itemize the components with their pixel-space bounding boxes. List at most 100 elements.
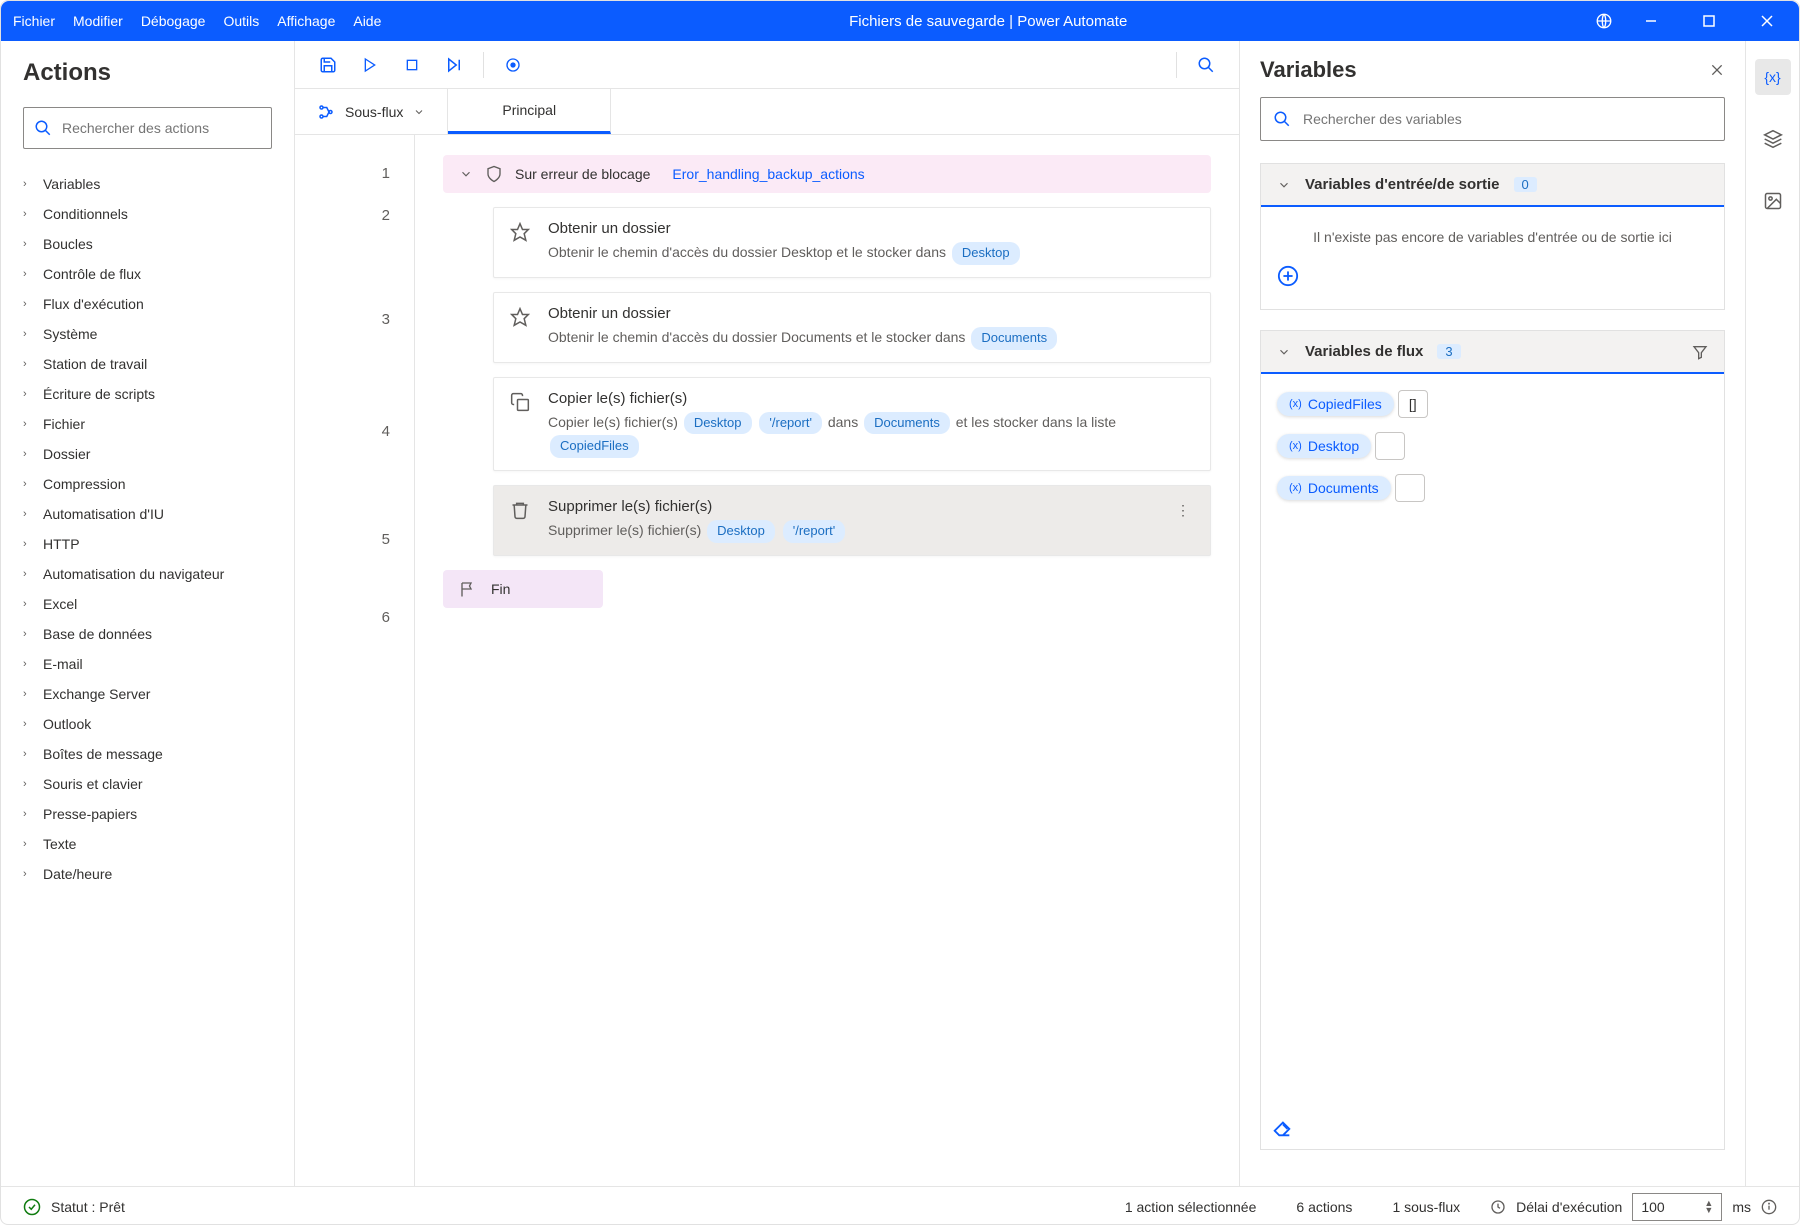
io-empty-message: Il n'existe pas encore de variables d'en… <box>1277 229 1708 245</box>
trash-icon <box>510 498 532 543</box>
flow-variable-row[interactable]: (x)CopiedFiles[] <box>1277 390 1708 418</box>
flow-variable-row[interactable]: (x)Documents <box>1277 474 1708 502</box>
action-category[interactable]: ›HTTP <box>11 529 284 559</box>
action-category[interactable]: ›Variables <box>11 169 284 199</box>
action-category[interactable]: ›Conditionnels <box>11 199 284 229</box>
status-subflows: 1 sous-flux <box>1392 1199 1460 1215</box>
chevron-right-icon: › <box>23 538 33 550</box>
menu-aide[interactable]: Aide <box>353 13 381 29</box>
rail-variables-button[interactable]: {x} <box>1755 59 1791 95</box>
action-category[interactable]: ›Boucles <box>11 229 284 259</box>
clock-icon <box>1490 1199 1506 1215</box>
spinner-icons[interactable]: ▲▼ <box>1704 1200 1713 1214</box>
action-category[interactable]: ›Système <box>11 319 284 349</box>
action-category[interactable]: ›Presse-papiers <box>11 799 284 829</box>
status-label: Statut : Prêt <box>51 1199 125 1215</box>
action-title: Obtenir un dossier <box>548 220 1194 237</box>
menu-affichage[interactable]: Affichage <box>277 13 335 29</box>
maximize-button[interactable] <box>1689 6 1729 36</box>
block-link[interactable]: Eror_handling_backup_actions <box>672 166 864 182</box>
flow-variable-row[interactable]: (x)Desktop <box>1277 432 1708 460</box>
chevron-right-icon: › <box>23 388 33 400</box>
globe-icon[interactable] <box>1595 12 1613 30</box>
action-card[interactable]: Obtenir un dossierObtenir le chemin d'ac… <box>493 292 1211 363</box>
filter-icon[interactable] <box>1692 344 1708 360</box>
action-category[interactable]: ›Excel <box>11 589 284 619</box>
block-on-error[interactable]: Sur erreur de blocage Eror_handling_back… <box>443 155 1211 193</box>
action-category[interactable]: ›E-mail <box>11 649 284 679</box>
erase-button[interactable] <box>1261 1107 1724 1149</box>
action-category[interactable]: ›Base de données <box>11 619 284 649</box>
action-card[interactable]: Obtenir un dossier Obtenir le chemin d'ac… <box>493 207 1211 278</box>
action-category[interactable]: ›Boîtes de message <box>11 739 284 769</box>
action-desc: Obtenir le chemin d'accès du dossier Des… <box>548 241 1194 265</box>
actions-search[interactable] <box>23 107 272 149</box>
save-button[interactable] <box>311 48 345 82</box>
menu-modifier[interactable]: Modifier <box>73 13 123 29</box>
chevron-down-icon <box>459 167 473 181</box>
variable-chip: CopiedFiles <box>550 435 639 458</box>
line-number: 4 <box>295 413 414 521</box>
minimize-button[interactable] <box>1631 6 1671 36</box>
menu-outils[interactable]: Outils <box>223 13 259 29</box>
chevron-right-icon: › <box>23 868 33 880</box>
action-category[interactable]: ›Station de travail <box>11 349 284 379</box>
tabs-bar: Sous-flux Principal <box>295 89 1239 135</box>
search-flow-button[interactable] <box>1189 48 1223 82</box>
variable-chip: Documents <box>971 327 1057 350</box>
subflows-label: Sous-flux <box>345 104 403 120</box>
more-icon[interactable]: ⋮ <box>1172 498 1194 543</box>
io-variables-header[interactable]: Variables d'entrée/de sortie 0 <box>1261 164 1724 207</box>
info-icon[interactable] <box>1761 1199 1777 1215</box>
action-category[interactable]: ›Automatisation d'IU <box>11 499 284 529</box>
action-category[interactable]: ›Écriture de scripts <box>11 379 284 409</box>
step-button[interactable] <box>437 48 471 82</box>
subflows-dropdown[interactable]: Sous-flux <box>295 89 448 134</box>
close-variables-button[interactable] <box>1709 62 1725 78</box>
block-end[interactable]: Fin <box>443 570 603 608</box>
menu-fichier[interactable]: Fichier <box>13 13 55 29</box>
run-button[interactable] <box>353 48 387 82</box>
chevron-right-icon: › <box>23 598 33 610</box>
action-category[interactable]: ›Automatisation du navigateur <box>11 559 284 589</box>
menu-bar: Fichier Modifier Débogage Outils Affichage Ai… <box>13 13 381 29</box>
flow-variables-header[interactable]: Variables de flux 3 <box>1261 331 1724 374</box>
action-category[interactable]: ›Flux d'exécution <box>11 289 284 319</box>
variables-search[interactable] <box>1260 97 1725 141</box>
flag-icon <box>459 580 477 598</box>
copy-icon <box>510 390 532 459</box>
chevron-right-icon: › <box>23 508 33 520</box>
variable-value <box>1395 474 1425 502</box>
rail-layers-button[interactable] <box>1755 121 1791 157</box>
action-category[interactable]: ›Outlook <box>11 709 284 739</box>
action-category[interactable]: ›Exchange Server <box>11 679 284 709</box>
stop-button[interactable] <box>395 48 429 82</box>
action-category[interactable]: ›Souris et clavier <box>11 769 284 799</box>
delay-input[interactable]: 100 ▲▼ <box>1632 1193 1722 1221</box>
action-card[interactable]: Copier le(s) fichier(s)Copier le(s) fich… <box>493 377 1211 472</box>
action-category[interactable]: ›Contrôle de flux <box>11 259 284 289</box>
actions-search-input[interactable] <box>62 120 261 136</box>
block-title: Sur erreur de blocage <box>515 166 650 182</box>
right-rail: {x} <box>1745 41 1799 1186</box>
record-button[interactable] <box>496 48 530 82</box>
line-number: 3 <box>295 301 414 413</box>
rail-images-button[interactable] <box>1755 183 1791 219</box>
action-category[interactable]: ›Date/heure <box>11 859 284 889</box>
flow-body: Sur erreur de blocage Eror_handling_back… <box>415 135 1239 1186</box>
action-category[interactable]: ›Compression <box>11 469 284 499</box>
tab-main[interactable]: Principal <box>448 89 611 134</box>
add-io-variable-button[interactable] <box>1277 265 1708 287</box>
variables-search-input[interactable] <box>1303 111 1712 127</box>
search-icon <box>1273 110 1291 128</box>
variable-chip: (x)Desktop <box>1277 434 1371 458</box>
action-category[interactable]: ›Dossier <box>11 439 284 469</box>
action-category[interactable]: ›Fichier <box>11 409 284 439</box>
menu-débogage[interactable]: Débogage <box>141 13 206 29</box>
close-button[interactable] <box>1747 6 1787 36</box>
actions-tree: ›Variables›Conditionnels›Boucles›Contrôl… <box>1 165 294 1186</box>
chevron-right-icon: › <box>23 748 33 760</box>
window-title: Fichiers de sauvegarde | Power Automate <box>381 13 1595 30</box>
action-card[interactable]: Supprimer le(s) fichier(s)Supprimer le(s… <box>493 485 1211 556</box>
action-category[interactable]: ›Texte <box>11 829 284 859</box>
